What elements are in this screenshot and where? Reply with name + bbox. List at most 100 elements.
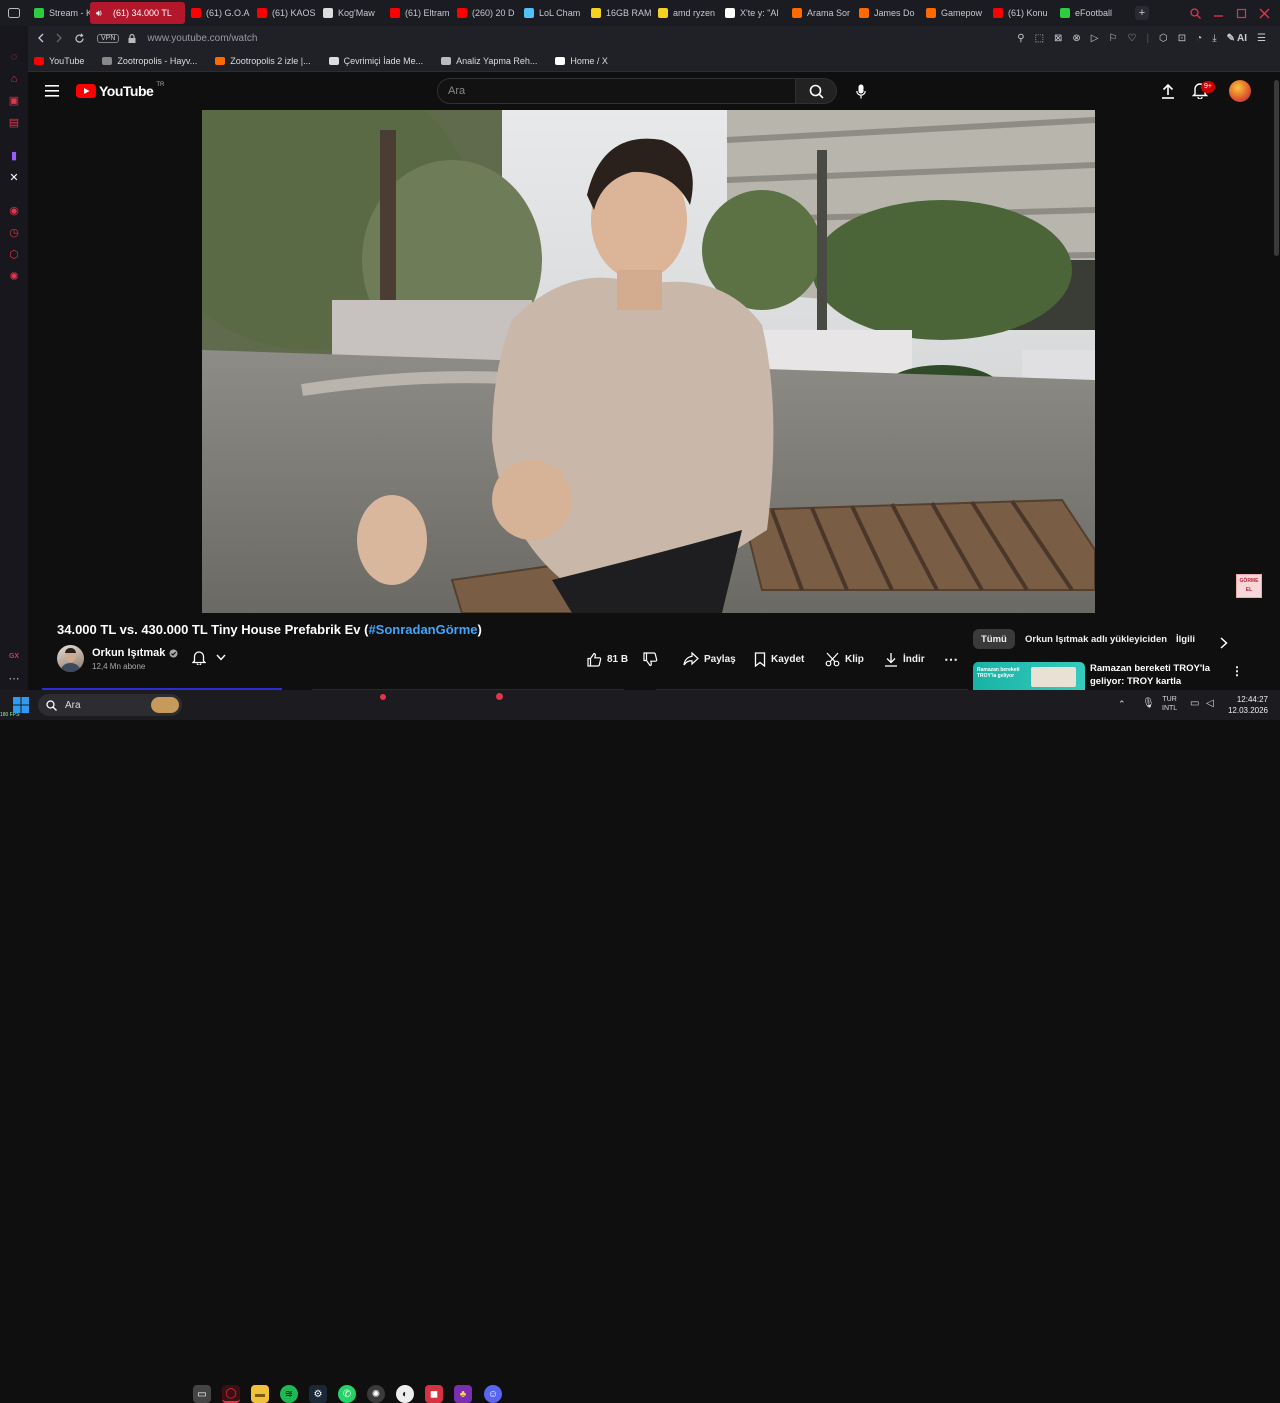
download-button[interactable]: İndir	[884, 649, 925, 669]
extension-icon[interactable]: ⬡	[1159, 33, 1168, 44]
taskbar-search[interactable]: Ara	[38, 694, 182, 716]
hamburger-menu-icon[interactable]	[45, 85, 59, 97]
messenger-icon[interactable]: ▤	[7, 116, 21, 130]
volume-icon[interactable]: ◁	[1206, 698, 1214, 709]
heart-icon[interactable]: ♡	[1127, 33, 1136, 44]
close-window-icon[interactable]	[1259, 8, 1270, 19]
play-icon[interactable]: ▷	[1091, 33, 1099, 44]
opera-logo-icon[interactable]: ◌	[7, 50, 21, 64]
clip-button[interactable]: Klip	[825, 649, 864, 669]
lock-icon[interactable]	[127, 33, 137, 44]
discord-icon[interactable]: ☺	[484, 1385, 502, 1403]
tray-expand-icon[interactable]: ⌃	[1118, 699, 1126, 710]
screenshot-icon[interactable]: ⬚	[1035, 33, 1044, 44]
menu-icon[interactable]: ☰	[1257, 33, 1266, 44]
browser-tab[interactable]: Gamepow	[920, 2, 987, 24]
browser-tab[interactable]: X'te y: "Al	[719, 2, 786, 24]
reload-icon[interactable]	[74, 32, 85, 44]
bookmark-item[interactable]: Çevrimiçi İade Me...	[328, 56, 423, 66]
browser-tab[interactable]: (61) Konu	[987, 2, 1054, 24]
save-button[interactable]: Kaydet	[754, 649, 804, 669]
vpn-badge[interactable]: VPN	[97, 33, 120, 43]
youtube-logo[interactable]: YouTube TR	[76, 82, 164, 99]
settings-icon[interactable]: ✺	[7, 270, 21, 284]
more-actions-button[interactable]: ⋯	[944, 649, 958, 669]
whatsapp-icon[interactable]: ✆	[338, 1385, 356, 1403]
search-button[interactable]	[796, 78, 837, 104]
channel-watermark[interactable]: GÖRME EL	[1236, 574, 1262, 598]
filter-chip[interactable]: Orkun Işıtmak adlı yükleyiciden	[1017, 629, 1175, 649]
bookmark-icon[interactable]: ⚐	[1109, 33, 1118, 44]
browser-tab[interactable]: Stream - K	[28, 2, 90, 24]
maximize-icon[interactable]	[1236, 8, 1247, 19]
browser-tab[interactable]: (61) KAOS	[251, 2, 317, 24]
app-icon-red[interactable]: ◼	[425, 1385, 443, 1403]
forward-icon[interactable]	[54, 33, 64, 43]
account-icon[interactable]: ◔	[1196, 33, 1202, 44]
x-icon[interactable]: ✕	[7, 171, 21, 185]
browser-tab[interactable]: eFootball	[1054, 2, 1129, 24]
browser-tab[interactable]: (61) G.O.A	[185, 2, 251, 24]
bookmark-item[interactable]: Zootropolis - Hayv...	[102, 56, 197, 66]
avatar[interactable]	[1229, 80, 1251, 102]
windows-start-icon[interactable]	[13, 697, 29, 713]
bookmark-item[interactable]: YouTube	[34, 56, 84, 66]
search-tabs-icon[interactable]	[1190, 7, 1201, 19]
steam-icon[interactable]: ⚙	[309, 1385, 327, 1403]
app-icon[interactable]: ◐	[396, 1385, 414, 1403]
new-tab-button[interactable]: +	[1135, 6, 1149, 20]
network-icon[interactable]: ▭	[1190, 698, 1199, 709]
opera-gx-taskbar-icon[interactable]: ◯	[222, 1385, 240, 1403]
ai-button[interactable]: ✎ AI	[1227, 33, 1247, 44]
recommended-video-thumbnail[interactable]: Ramazan bereketi TROY'la geliyor	[973, 662, 1085, 690]
task-view-icon[interactable]: ▭	[193, 1385, 211, 1403]
browser-tab[interactable]: (260) 20 D	[451, 2, 518, 24]
bookmark-item[interactable]: Analiz Yapma Reh...	[441, 56, 537, 66]
download-icon[interactable]: ⤓	[1212, 33, 1216, 44]
file-explorer-icon[interactable]: ▬	[251, 1385, 269, 1403]
share-button[interactable]: Paylaş	[683, 649, 736, 669]
channel-avatar[interactable]	[57, 645, 84, 672]
microphone-tray-icon[interactable]: 🎙︎	[1142, 698, 1155, 709]
history-icon[interactable]: ◷	[7, 226, 21, 240]
back-icon[interactable]	[36, 33, 46, 43]
upload-icon[interactable]	[1161, 83, 1175, 99]
clock[interactable]: 12:44:27 12.03.2026	[1228, 694, 1268, 716]
voice-search-button[interactable]	[848, 78, 874, 104]
opera-menu-icon[interactable]	[0, 0, 28, 26]
minimize-icon[interactable]	[1213, 8, 1224, 19]
chevron-right-icon[interactable]	[1219, 637, 1229, 649]
twitch-icon[interactable]: ▮	[7, 149, 21, 163]
more-options-icon[interactable]: ⋯	[7, 672, 21, 686]
search-input[interactable]: Ara	[437, 78, 796, 104]
browser-tab[interactable]: (61) Eltram	[384, 2, 451, 24]
easy-setup-icon[interactable]: ⊗	[1072, 33, 1080, 44]
recommended-more-icon[interactable]: ⋮	[1231, 664, 1243, 678]
bookmark-item[interactable]: Zootropolis 2 izle |...	[215, 56, 311, 66]
browser-tab[interactable]: LoL Cham	[518, 2, 585, 24]
subscribe-notification-button[interactable]	[192, 650, 226, 665]
extensions-icon[interactable]: ⬡	[7, 248, 21, 262]
browser-tab[interactable]: Arama Sor	[786, 2, 853, 24]
channel-name-row[interactable]: Orkun Işıtmak	[92, 647, 178, 659]
language-indicator[interactable]: TUR INTL	[1162, 695, 1177, 713]
browser-tab[interactable]: 16GB RAM	[585, 2, 652, 24]
twitch-style-icon[interactable]: ▣	[7, 94, 21, 108]
game-icon[interactable]: ♣	[454, 1385, 472, 1403]
spotify-icon[interactable]: ≋	[280, 1385, 298, 1403]
scrollbar-thumb[interactable]	[1274, 80, 1279, 256]
dislike-button[interactable]	[643, 649, 658, 669]
browser-tab[interactable]: Kog'Maw	[317, 2, 384, 24]
browser-tab[interactable]: 🔊︎ (61) 34.000 TL	[90, 2, 185, 24]
filter-chip[interactable]: İlgili	[1168, 629, 1203, 649]
player-icon[interactable]: ◉	[7, 204, 21, 218]
snapshot-icon[interactable]: ⊡	[1178, 33, 1186, 44]
video-player[interactable]	[202, 110, 1095, 613]
chatgpt-icon[interactable]: ✺	[367, 1385, 385, 1403]
browser-tab[interactable]: James Do	[853, 2, 920, 24]
url-text[interactable]: www.youtube.com/watch	[147, 33, 257, 44]
block-ads-icon[interactable]: ⊠	[1054, 33, 1062, 44]
bookmark-item[interactable]: Home / X	[555, 56, 608, 66]
pin-icon[interactable]: ⚲	[1017, 33, 1024, 44]
like-button[interactable]: 81 B	[587, 649, 628, 669]
